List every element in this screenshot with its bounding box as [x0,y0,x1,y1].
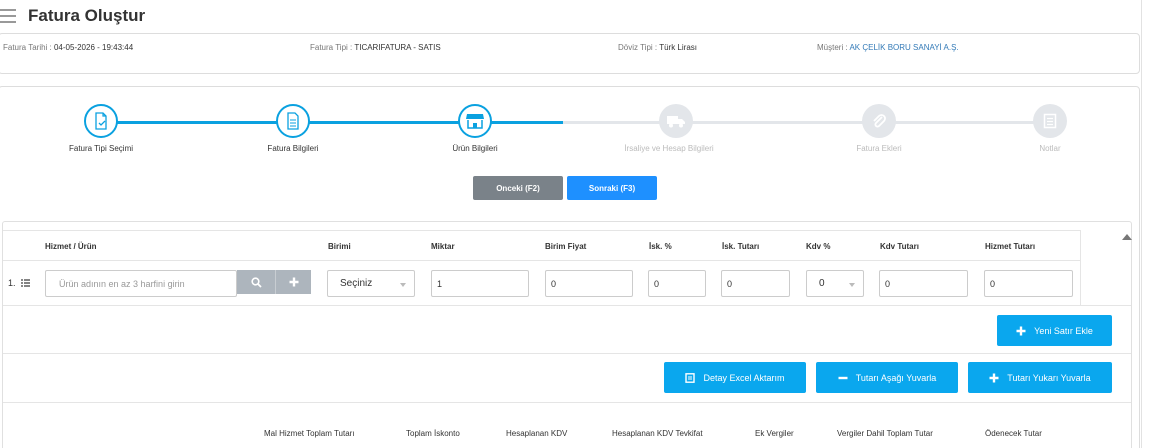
col-header-discount-pct: İsk. % [649,242,672,251]
step-fatura-ekleri[interactable] [862,104,896,138]
row-divider [3,305,1131,306]
plus-icon [1016,326,1026,335]
next-button[interactable]: Sonraki (F3) [567,176,657,200]
vat-pct-value: 0 [819,278,825,289]
step-label-fatura-bilgileri: Fatura Bilgileri [267,144,319,153]
summary-total-discount: Toplam İskonto [406,429,460,438]
list-icon[interactable] [21,279,30,287]
step-label-urun-bilgileri: Ürün Bilgileri [452,144,498,153]
round-down-button[interactable]: Tutarı Aşağı Yuvarla [816,362,958,393]
unit-select-value: Seçiniz [340,278,373,289]
col-header-quantity: Miktar [431,242,455,251]
document-text-icon [287,112,299,130]
invoice-date: Fatura Tarihi : 04-05-2026 - 19:43:44 [3,43,133,52]
page-divider [1141,0,1142,448]
invoice-type: Fatura Tipi : TICARIFATURA - SATIS [310,43,441,52]
currency-type: Döviz Tipi : Türk Lirası [618,43,697,52]
add-row-label: Yeni Satır Ekle [1034,325,1093,336]
actions-divider [3,353,1131,354]
step-fatura-bilgileri[interactable] [276,104,310,138]
step-urun-bilgileri[interactable] [458,104,492,138]
notes-icon [1043,113,1057,129]
excel-export-button[interactable]: Detay Excel Aktarım [664,362,806,393]
col-header-vat-amount: Kdv Tutarı [880,242,919,251]
vat-pct-select[interactable]: 0 [806,270,864,297]
vat-amount-input[interactable]: 0 [879,270,968,297]
col-header-product: Hizmet / Ürün [45,242,97,251]
step-notlar[interactable] [1033,104,1067,138]
invoice-date-label: Fatura Tarihi : [3,43,54,52]
header-top-divider [3,230,1081,231]
add-row-button[interactable]: Yeni Satır Ekle [997,315,1112,346]
minus-icon [838,376,848,379]
chevron-down-icon [849,283,855,287]
summary-payable: Ödenecek Tutar [985,429,1042,438]
currency-type-value: Türk Lirası [659,43,697,52]
progress-track-done [101,121,563,124]
invoice-type-value: TICARIFATURA - SATIS [354,43,441,52]
customer-label: Müşteri : [817,43,850,52]
previous-button[interactable]: Onceki (F2) [473,176,563,200]
unit-price-input[interactable]: 0 [545,270,633,297]
quantity-input[interactable]: 1 [431,270,529,297]
col-header-unit: Birimi [328,242,351,251]
excel-icon [685,372,696,383]
unit-select[interactable]: Seçiniz [327,270,415,297]
customer: Müşteri : AK ÇELİK BORU SANAYİ A.Ş. [817,43,959,52]
excel-export-label: Detay Excel Aktarım [703,372,785,383]
discount-amount-input[interactable]: 0 [721,270,790,297]
discount-pct-input[interactable]: 0 [648,270,706,297]
truck-icon [667,116,685,128]
currency-type-label: Döviz Tipi : [618,43,660,52]
search-icon [250,276,262,288]
summary-goods-total: Mal Hizmet Toplam Tutarı [264,429,355,438]
plus-icon [989,373,999,382]
round-down-label: Tutarı Aşağı Yuvarla [855,372,937,383]
summary-calculated-vat: Hesaplanan KDV [506,429,568,438]
page-title: Fatura Oluştur [28,6,146,25]
step-label-notlar: Notlar [1039,144,1061,153]
invoice-info-panel [0,33,1140,74]
col-header-vat-pct: Kdv % [806,242,831,251]
progress-track-pending [563,121,1050,124]
customer-link[interactable]: AK ÇELİK BORU SANAYİ A.Ş. [849,43,958,52]
round-up-button[interactable]: Tutarı Yukarı Yuvarla [968,362,1112,393]
hamburger-icon[interactable] [0,9,16,23]
plus-icon [289,277,298,287]
chevron-down-icon [400,283,406,287]
paperclip-icon [873,114,886,128]
step-irsaliye[interactable] [659,104,693,138]
step-fatura-tipi[interactable] [84,104,118,138]
store-icon [466,114,484,129]
step-label-irsaliye: İrsaliye ve Hesap Bilgileri [624,144,714,153]
row-number: 1. [8,278,16,288]
round-up-label: Tutarı Yukarı Yuvarla [1007,372,1091,383]
col-header-unit-price: Birim Fiyat [545,242,587,251]
invoice-date-value: 04-05-2026 - 19:43:44 [53,43,134,52]
col-header-discount-amount: İsk. Tutarı [722,242,760,251]
document-check-icon [95,112,107,130]
summary-vat-withholding: Hesaplanan KDV Tevkifat [612,429,703,438]
step-label-fatura-tipi: Fatura Tipi Seçimi [68,144,134,153]
product-search-input[interactable]: Ürün adının en az 3 harfini girin [45,270,237,297]
scroll-up-icon[interactable] [1122,234,1132,240]
table-right-edge [1080,230,1081,305]
summary-total-incl-taxes: Vergiler Dahil Toplam Tutar [837,429,933,438]
invoice-type-label: Fatura Tipi : [310,43,355,52]
col-header-service-amount: Hizmet Tutarı [985,242,1036,251]
top-bar: Fatura Oluştur [0,0,1158,34]
product-search-button[interactable] [237,270,275,294]
product-add-button[interactable] [275,270,311,294]
product-table [2,221,1132,448]
header-bottom-divider [3,260,1081,261]
summary-divider [3,402,1131,403]
summary-extra-taxes: Ek Vergiler [755,429,794,438]
service-amount-input[interactable]: 0 [984,270,1073,297]
step-label-fatura-ekleri: Fatura Ekleri [856,144,902,153]
